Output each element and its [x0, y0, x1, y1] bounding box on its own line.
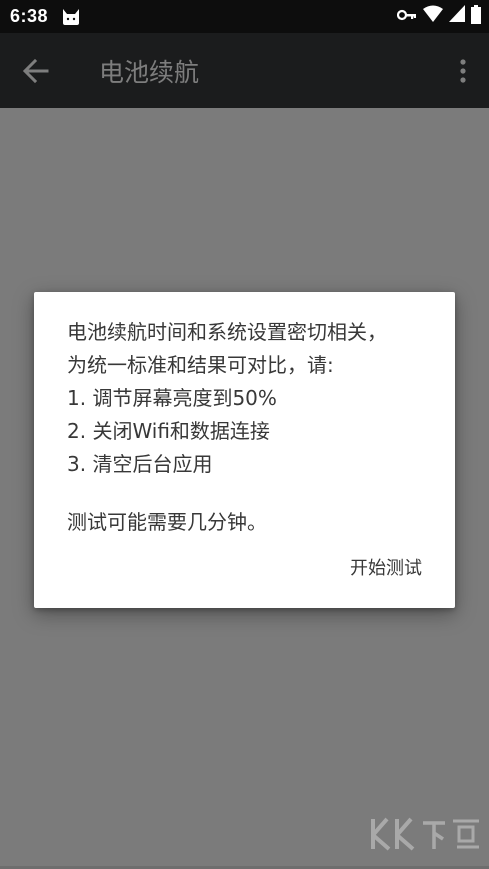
status-bar: 6:38 [0, 0, 489, 33]
start-test-button[interactable]: 开始测试 [350, 554, 422, 580]
wifi-icon [423, 5, 443, 27]
dialog-spacer [67, 481, 437, 506]
dialog-line: 1. 调节屏幕亮度到50% [67, 386, 277, 410]
cellular-signal-icon [449, 5, 465, 27]
cat-notification-icon [60, 6, 82, 26]
vpn-key-icon [396, 7, 417, 26]
arrow-back-icon[interactable] [22, 57, 50, 85]
dialog-line: 电池续航时间和系统设置密切相关， [67, 320, 387, 344]
status-time: 6:38 [10, 6, 49, 26]
dialog-message: 电池续航时间和系统设置密切相关， 为统一标准和结果可对比，请: 1. 调节屏幕亮… [67, 316, 437, 539]
battery-icon [471, 4, 481, 28]
dialog-line: 2. 关闭Wifi和数据连接 [67, 419, 270, 443]
dialog-note: 测试可能需要几分钟。 [67, 510, 267, 534]
test-instructions-dialog: 电池续航时间和系统设置密切相关， 为统一标准和结果可对比，请: 1. 调节屏幕亮… [34, 292, 455, 608]
more-vertical-icon[interactable] [459, 57, 467, 85]
dialog-line: 3. 清空后台应用 [67, 452, 213, 476]
status-icons [396, 4, 481, 28]
app-title: 电池续航 [99, 58, 200, 87]
screen: 6:38 电池续航 电池续航时间和系统设置密切相关， 为统一标准和结果可对比，请… [0, 0, 489, 869]
kk-watermark-logo [367, 811, 485, 855]
app-bar: 电池续航 [0, 33, 489, 108]
dialog-line: 为统一标准和结果可对比，请: [67, 353, 334, 377]
